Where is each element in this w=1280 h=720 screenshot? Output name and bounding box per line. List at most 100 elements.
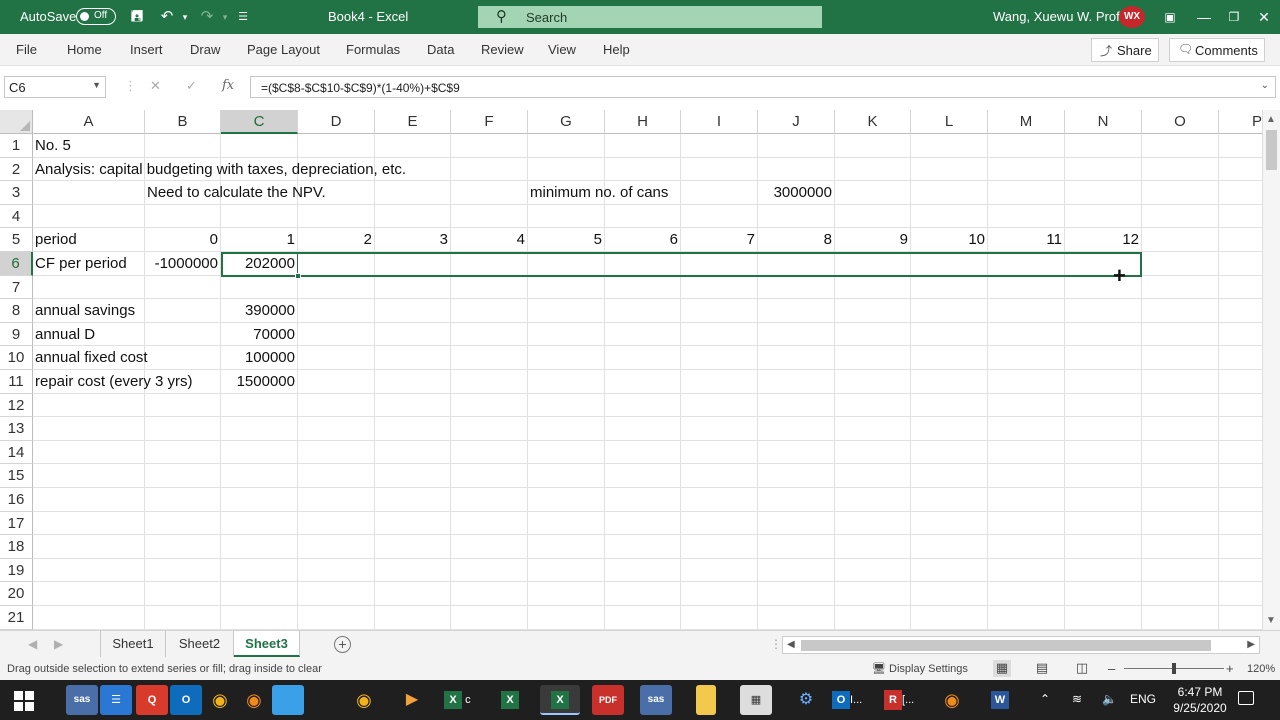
cell-n5[interactable]: 12 <box>1065 228 1142 251</box>
zoom-level[interactable]: 120% <box>1247 663 1275 675</box>
row-header-9[interactable]: 9 <box>0 322 33 347</box>
row-header-17[interactable]: 17 <box>0 511 33 536</box>
avatar[interactable]: WX <box>1119 6 1145 28</box>
zoom-out-icon[interactable]: – <box>1108 661 1115 676</box>
splitter-icon[interactable]: ⋮ <box>770 637 782 651</box>
vertical-scrollbar[interactable]: ▲ ▼ <box>1262 110 1280 630</box>
column-header-h[interactable]: H <box>605 110 681 134</box>
row-header-6[interactable]: 6 <box>0 252 33 276</box>
notes-app-icon[interactable] <box>696 685 716 715</box>
cell-a11[interactable]: repair cost (every 3 yrs) <box>33 370 193 393</box>
insert-function-icon[interactable]: fx <box>222 78 234 93</box>
chrome-window-icon[interactable]: ◉ <box>348 685 380 715</box>
column-header-f[interactable]: F <box>451 110 528 134</box>
volume-icon[interactable]: 🔈 <box>1102 692 1117 706</box>
cell-b5[interactable]: 0 <box>145 228 221 251</box>
zoom-in-icon[interactable]: + <box>1226 661 1234 676</box>
firefox-app-icon[interactable]: ◉ <box>238 685 270 715</box>
save-icon[interactable]: 🖪 <box>126 6 148 28</box>
scroll-down-icon[interactable]: ▼ <box>1266 615 1276 626</box>
formula-input[interactable]: =($C$8-$C$10-$C$9)*(1-40%)+$C$9 ⌄ <box>250 76 1276 98</box>
close-icon[interactable]: ✕ <box>1249 5 1279 29</box>
customize-toolbar-icon[interactable]: ☰ <box>232 6 254 28</box>
page-layout-view-icon[interactable]: ▤ <box>1033 660 1051 677</box>
tab-review[interactable]: Review <box>481 42 524 57</box>
scroll-thumb[interactable] <box>1266 130 1277 170</box>
r-app-window[interactable]: R [... <box>884 685 924 715</box>
cell-k5[interactable]: 9 <box>835 228 911 251</box>
prev-sheet-icon[interactable]: ◀ <box>28 637 37 651</box>
column-header-d[interactable]: D <box>298 110 375 134</box>
name-box[interactable]: C6 ▼ <box>4 76 106 98</box>
cell-i5[interactable]: 7 <box>681 228 758 251</box>
cell-m5[interactable]: 11 <box>988 228 1065 251</box>
hscroll-thumb[interactable] <box>801 640 1211 651</box>
column-header-j[interactable]: J <box>758 110 835 134</box>
horizontal-scrollbar[interactable]: ◀ ▶ <box>782 636 1260 654</box>
chrome-app-icon[interactable]: ◉ <box>204 685 236 715</box>
row-header-12[interactable]: 12 <box>0 393 33 418</box>
tab-insert[interactable]: Insert <box>130 42 163 57</box>
column-header-e[interactable]: E <box>375 110 451 134</box>
cell-c9[interactable]: 70000 <box>221 323 298 346</box>
cell-d5[interactable]: 2 <box>298 228 375 251</box>
column-header-o[interactable]: O <box>1142 110 1219 134</box>
row-header-20[interactable]: 20 <box>0 582 33 606</box>
user-name[interactable]: Wang, Xuewu W. Prof. <box>993 9 1123 24</box>
cell-a9[interactable]: annual D <box>33 323 95 346</box>
tab-file[interactable]: File <box>16 42 37 57</box>
notification-icon[interactable] <box>1238 691 1254 705</box>
cell-j3[interactable]: 3000000 <box>758 181 835 204</box>
tab-home[interactable]: Home <box>67 42 102 57</box>
undo-dropdown-icon[interactable]: ▾ <box>174 6 196 28</box>
cell-a10[interactable]: annual fixed cost <box>33 346 148 369</box>
chevron-down-icon[interactable]: ▼ <box>92 80 101 90</box>
outlook-window[interactable]: O I... <box>832 685 872 715</box>
cell-b3[interactable]: Need to calculate the NPV. <box>145 181 326 204</box>
column-header-k[interactable]: K <box>835 110 911 134</box>
firefox-window-icon[interactable]: ◉ <box>936 685 968 715</box>
row-header-1[interactable]: 1 <box>0 134 33 158</box>
cell-a5[interactable]: period <box>33 228 77 251</box>
clock[interactable]: 6:47 PM 9/25/2020 <box>1165 684 1235 716</box>
row-header-18[interactable]: 18 <box>0 535 33 559</box>
column-header-l[interactable]: L <box>911 110 988 134</box>
scroll-right-icon[interactable]: ▶ <box>1247 639 1255 650</box>
row-header-11[interactable]: 11 <box>0 370 33 394</box>
search-box[interactable]: ⚲ Search <box>478 6 822 28</box>
tab-draw[interactable]: Draw <box>190 42 220 57</box>
language-indicator[interactable]: ENG <box>1130 692 1156 706</box>
row-header-19[interactable]: 19 <box>0 558 33 583</box>
excel-window-active[interactable]: X <box>540 685 580 715</box>
show-hidden-icons[interactable]: ⌃ <box>1040 692 1050 706</box>
selection-range[interactable] <box>221 252 1142 277</box>
row-header-15[interactable]: 15 <box>0 464 33 488</box>
tab-data[interactable]: Data <box>427 42 454 57</box>
quicken-app-icon[interactable]: Q <box>136 685 168 715</box>
row-header-7[interactable]: 7 <box>0 275 33 300</box>
row-header-3[interactable]: 3 <box>0 181 33 205</box>
wifi-icon[interactable]: ≋ <box>1072 692 1082 706</box>
cell-a2[interactable]: Analysis: capital budgeting with taxes, … <box>33 158 406 181</box>
share-button[interactable]: ⤴ Share <box>1091 38 1159 62</box>
pdf-app-icon[interactable]: PDF <box>592 685 624 715</box>
zoom-slider-knob[interactable] <box>1172 663 1176 674</box>
cell-f5[interactable]: 4 <box>451 228 528 251</box>
cell-a1[interactable]: No. 5 <box>33 134 71 157</box>
next-sheet-icon[interactable]: ▶ <box>54 637 63 651</box>
sheet-tab-sheet2[interactable]: Sheet2 <box>166 631 234 657</box>
row-header-21[interactable]: 21 <box>0 606 33 630</box>
display-settings-button[interactable]: 🖥 Display Settings <box>872 662 968 675</box>
folder-app-icon[interactable] <box>272 685 304 715</box>
autosave-toggle[interactable]: Off <box>76 8 116 25</box>
network-app-icon[interactable]: ⚙ <box>790 685 822 715</box>
file-manager-icon[interactable]: ☰ <box>100 685 132 715</box>
sas-window-icon[interactable]: sas <box>640 685 672 715</box>
cell-g5[interactable]: 5 <box>528 228 605 251</box>
page-break-view-icon[interactable]: ◫ <box>1073 660 1091 677</box>
column-header-g[interactable]: G <box>528 110 605 134</box>
cell-e5[interactable]: 3 <box>375 228 451 251</box>
column-header-i[interactable]: I <box>681 110 758 134</box>
cell-c8[interactable]: 390000 <box>221 299 298 322</box>
column-header-m[interactable]: M <box>988 110 1065 134</box>
